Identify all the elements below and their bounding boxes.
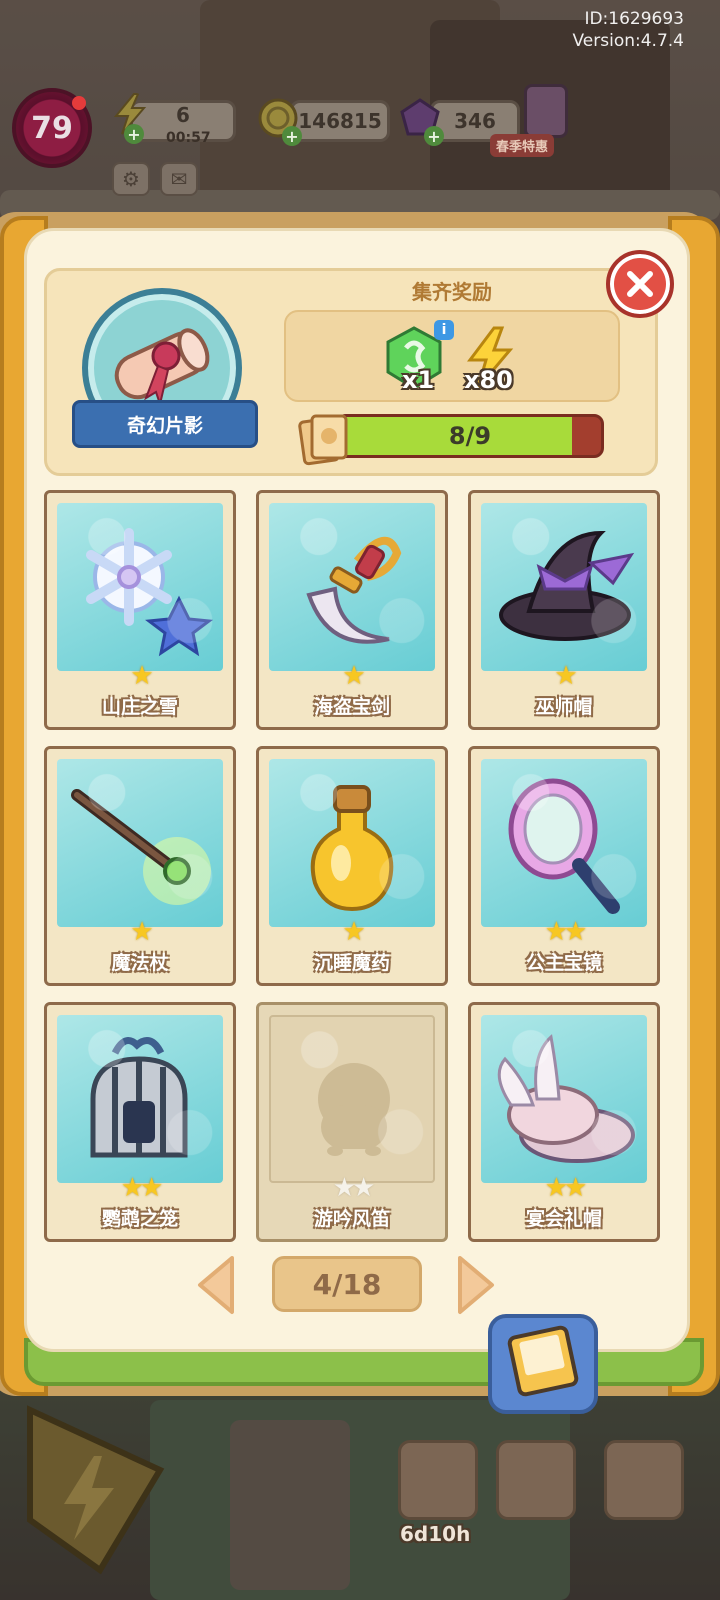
- coins-value: 146815: [298, 109, 382, 133]
- energy-timer: 00:57: [166, 130, 211, 146]
- wizard-hat-icon: [499, 530, 635, 641]
- set-name-ribbon: 奇幻片影: [72, 400, 258, 448]
- card-item-locked[interactable]: ★★ 游吟风笛: [256, 1002, 448, 1242]
- card-art: [481, 1015, 647, 1183]
- card-stars: ★: [342, 661, 365, 691]
- card-stars: ★★: [120, 1173, 164, 1203]
- locked-silhouette-icon: [318, 1063, 390, 1156]
- event-timer: 6d10h: [400, 1522, 471, 1546]
- gems-plus-icon[interactable]: +: [424, 126, 444, 146]
- card-item[interactable]: ★★ 鹦鹉之笼: [44, 1002, 236, 1242]
- version-label: Version:4.7.4: [572, 31, 685, 51]
- card-art: [269, 503, 435, 671]
- player-level-badge[interactable]: 79: [12, 88, 92, 168]
- energy-reward-amount: x80: [464, 366, 513, 394]
- card-item[interactable]: ★★ 公主宝镜: [468, 746, 660, 986]
- card-stars: ★★: [544, 1173, 588, 1203]
- energy-plus-icon[interactable]: +: [124, 124, 144, 144]
- magic-wand-icon: [71, 789, 211, 905]
- player-level-value: 79: [31, 110, 73, 146]
- card-name: 宴会礼帽: [525, 1208, 602, 1230]
- card-stars: ★: [554, 661, 577, 691]
- next-page-button[interactable]: [456, 1254, 496, 1316]
- page-indicator: 4/18: [272, 1256, 422, 1312]
- card-album-button[interactable]: [488, 1314, 598, 1414]
- card-art: [481, 503, 647, 671]
- gem-reward-amount: x1: [402, 366, 435, 394]
- card-stars: ★★: [332, 1173, 376, 1203]
- card-name: 魔法杖: [111, 952, 169, 974]
- card-name: 巫师帽: [535, 696, 593, 718]
- card-item[interactable]: ★ 魔法杖: [44, 746, 236, 986]
- card-art: [57, 1015, 223, 1183]
- card-item[interactable]: ★ 山庄之雪: [44, 490, 236, 730]
- pirate-sword-icon: [306, 536, 402, 644]
- card-stars: ★: [130, 661, 153, 691]
- card-envelope-icon: [507, 1325, 579, 1397]
- card-name: 山庄之雪: [101, 696, 178, 718]
- gems-value: 346: [454, 109, 496, 133]
- build-info: ID:1629693 Version:4.7.4: [573, 8, 685, 52]
- reward-title: 集齐奖励: [412, 280, 492, 304]
- card-item[interactable]: ★ 沉睡魔药: [256, 746, 448, 986]
- coins-plus-icon[interactable]: +: [282, 126, 302, 146]
- close-button[interactable]: [606, 250, 674, 318]
- card-item[interactable]: ★ 巫师帽: [468, 490, 660, 730]
- energy-value: 6: [176, 103, 190, 127]
- card-art: [269, 759, 435, 927]
- previous-page-button[interactable]: [196, 1254, 236, 1316]
- card-stars: ★: [130, 917, 153, 947]
- card-stars: ★: [342, 917, 365, 947]
- settings-gear-icon[interactable]: ⚙: [112, 162, 150, 196]
- card-name: 鹦鹉之笼: [101, 1208, 178, 1230]
- card-art: [57, 503, 223, 671]
- event-badge[interactable]: 春季特惠: [490, 134, 555, 157]
- coins-counter[interactable]: 146815: [290, 100, 390, 142]
- mail-icon[interactable]: ✉: [160, 162, 198, 196]
- card-art: [269, 1015, 435, 1183]
- card-item[interactable]: ★ 海盗宝剑: [256, 490, 448, 730]
- card-name: 海盗宝剑: [313, 696, 390, 718]
- card-name: 公主宝镜: [525, 952, 602, 974]
- card-stack-icon: [298, 414, 348, 466]
- collection-progress-bar: 8/9: [336, 414, 604, 458]
- notification-dot: [72, 96, 86, 110]
- card-name: 沉睡魔药: [313, 952, 390, 974]
- event-tile[interactable]: [398, 1440, 478, 1520]
- card-name: 游吟风笛: [313, 1208, 390, 1230]
- card-item[interactable]: ★★ 宴会礼帽: [468, 1002, 660, 1242]
- hand-mirror-icon: [508, 778, 620, 914]
- help-tile[interactable]: [496, 1440, 576, 1520]
- collection-progress-text: 8/9: [448, 422, 492, 450]
- potion-bottle-icon: [310, 785, 394, 912]
- event-gift-icon[interactable]: [524, 84, 568, 138]
- card-stars: ★★: [544, 917, 588, 947]
- user-id-label: ID:1629693: [584, 9, 684, 29]
- card-art: [481, 759, 647, 927]
- snowflake-flower-icon: [86, 528, 213, 657]
- close-icon: [627, 271, 653, 297]
- bird-cage-icon: [90, 1037, 188, 1158]
- card-art: [57, 759, 223, 927]
- friends-tile[interactable]: [604, 1440, 684, 1520]
- energy-bolt-icon[interactable]: [10, 1400, 170, 1590]
- feather-hat-icon: [497, 1034, 635, 1163]
- reward-info-icon[interactable]: i: [434, 320, 454, 340]
